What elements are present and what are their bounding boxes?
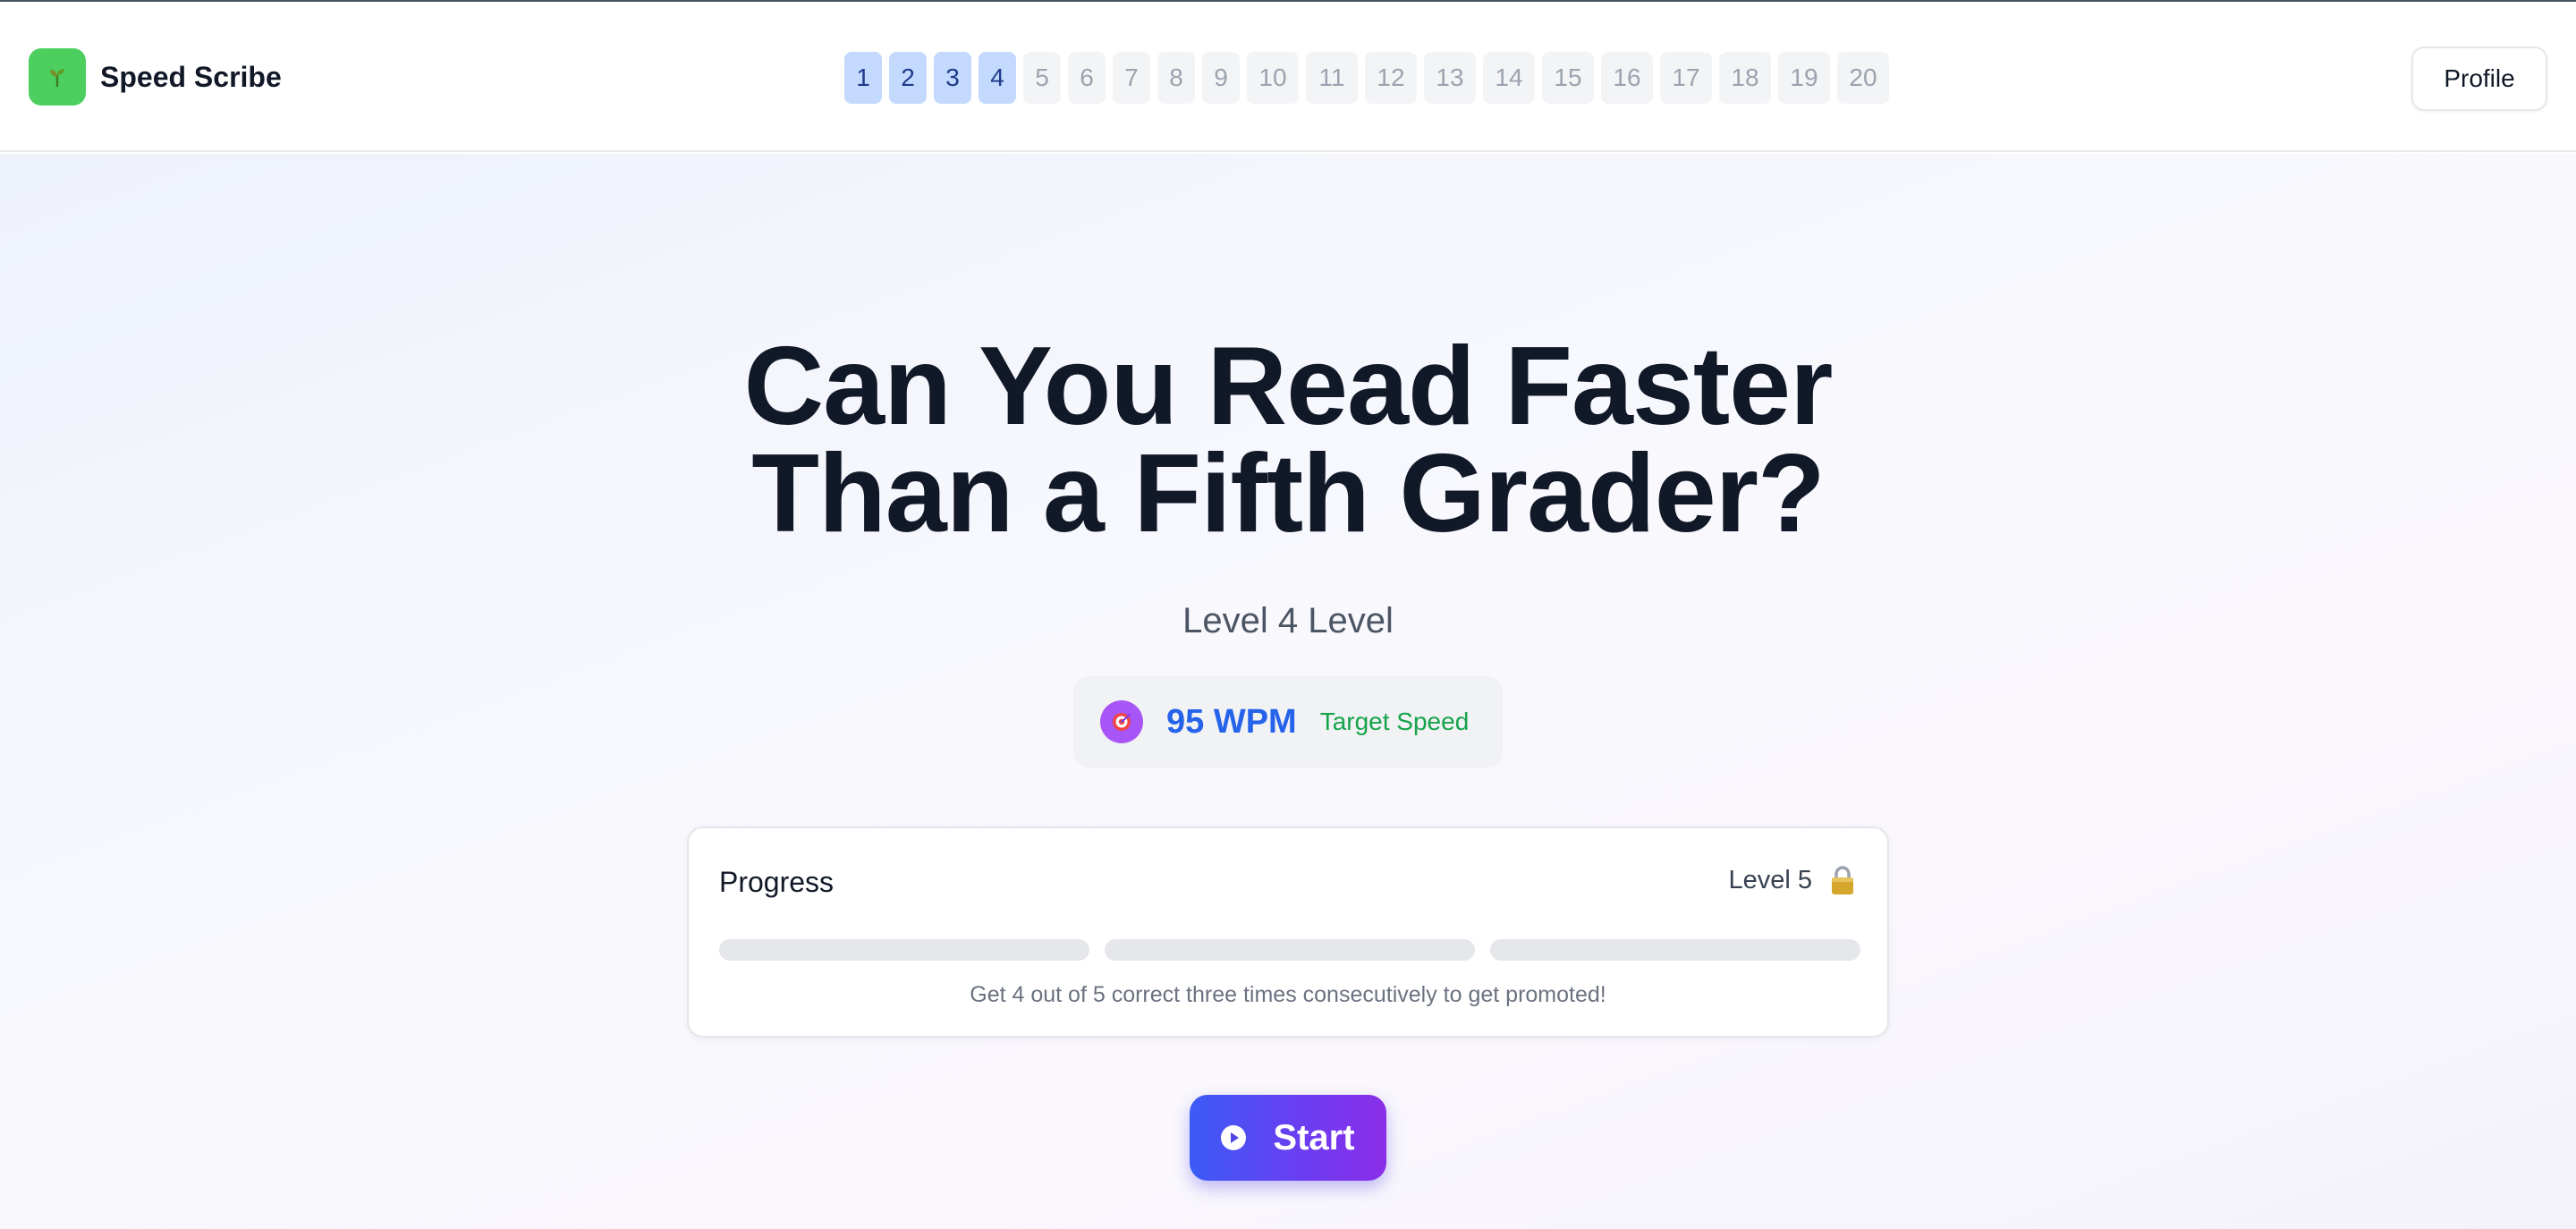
- target-speed-badge: 95 WPM Target Speed: [1073, 676, 1503, 767]
- level-button-2[interactable]: 2: [889, 52, 927, 104]
- progress-segment-1: [719, 939, 1089, 961]
- profile-button[interactable]: Profile: [2411, 47, 2547, 111]
- app-name: Speed Scribe: [100, 60, 282, 93]
- level-button-3[interactable]: 3: [934, 52, 971, 104]
- top-nav: Speed Scribe 1 2 3 4 5 6 7 8 9 10 11 12 13 14 15 16 17 18…: [0, 2, 2576, 152]
- level-button-6[interactable]: 6: [1068, 52, 1106, 104]
- sprout-icon: [29, 48, 86, 106]
- level-button-4[interactable]: 4: [979, 52, 1016, 104]
- level-selector: 1 2 3 4 5 6 7 8 9 10 11 12 13 14 15 16 17 18 19 20: [844, 52, 1896, 104]
- level-subtitle: Level 4 Level: [1182, 601, 1394, 640]
- target-wpm: 95 WPM: [1166, 702, 1297, 741]
- next-level-indicator: Level 5: [1728, 864, 1857, 896]
- level-button-18[interactable]: 18: [1719, 52, 1771, 104]
- progress-segment-2: [1105, 939, 1475, 961]
- title-line-1: Can You Read Faster: [743, 325, 1834, 448]
- start-button[interactable]: Start: [1190, 1095, 1386, 1181]
- level-button-12[interactable]: 12: [1365, 52, 1417, 104]
- level-button-5[interactable]: 5: [1023, 52, 1061, 104]
- level-button-13[interactable]: 13: [1424, 52, 1476, 104]
- level-button-16[interactable]: 16: [1601, 52, 1653, 104]
- level-button-10[interactable]: 10: [1247, 52, 1299, 104]
- lock-icon: [1832, 866, 1853, 894]
- progress-segments: [719, 939, 1860, 961]
- progress-card: Progress Level 5 Get 4 out of 5 correct …: [687, 826, 1889, 1038]
- start-label: Start: [1273, 1117, 1355, 1157]
- next-level-label: Level 5: [1728, 865, 1812, 894]
- promotion-hint: Get 4 out of 5 correct three times conse…: [970, 982, 1606, 1007]
- title-line-2: Than a Fifth Grader?: [751, 432, 1825, 555]
- level-button-9[interactable]: 9: [1202, 52, 1240, 104]
- level-button-11[interactable]: 11: [1306, 52, 1358, 104]
- page-title: Can You Read Faster Than a Fifth Grader?: [0, 331, 2576, 549]
- level-button-19[interactable]: 19: [1778, 52, 1830, 104]
- main-content: Can You Read Faster Than a Fifth Grader?…: [0, 154, 2576, 1229]
- level-button-8[interactable]: 8: [1157, 52, 1195, 104]
- progress-title: Progress: [719, 866, 835, 898]
- progress-segment-3: [1490, 939, 1860, 961]
- brand[interactable]: Speed Scribe: [29, 48, 282, 106]
- play-icon: [1221, 1125, 1247, 1150]
- level-button-7[interactable]: 7: [1113, 52, 1150, 104]
- level-button-1[interactable]: 1: [844, 52, 882, 104]
- level-button-20[interactable]: 20: [1837, 52, 1889, 104]
- target-speed-label: Target Speed: [1319, 708, 1470, 735]
- level-button-14[interactable]: 14: [1483, 52, 1535, 104]
- level-button-15[interactable]: 15: [1542, 52, 1594, 104]
- level-button-17[interactable]: 17: [1660, 52, 1712, 104]
- target-icon: [1100, 700, 1143, 743]
